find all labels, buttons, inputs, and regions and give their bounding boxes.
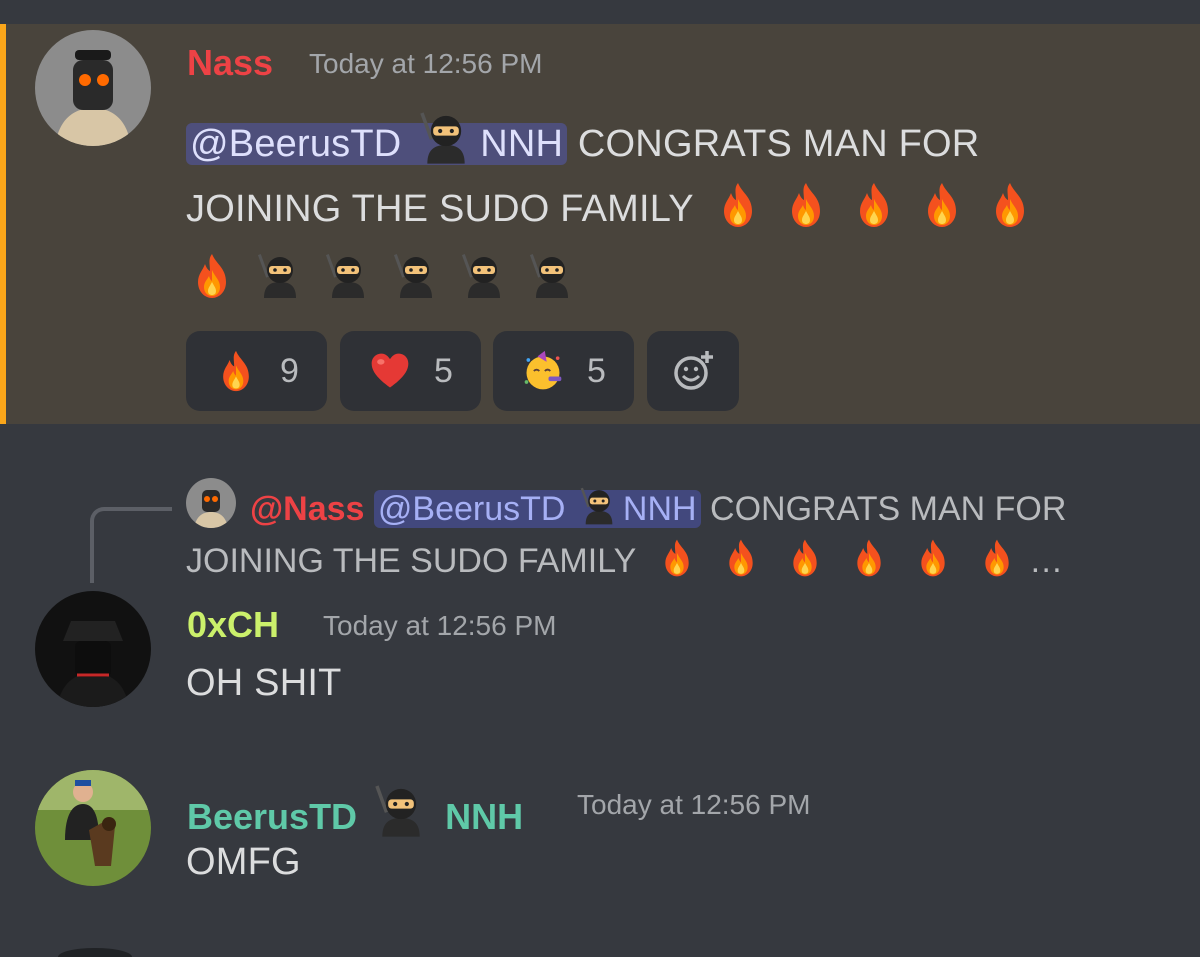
reply-author: @Nass xyxy=(250,490,365,528)
ninja-emoji-icon xyxy=(528,252,576,300)
partying-face-emoji-icon xyxy=(521,349,565,393)
reply-preview-line-1[interactable]: @Nass @BeerusTD NNH CONGRATS MAN FOR xyxy=(250,486,1066,529)
message-body-line-1: @BeerusTD NNH CONGRATS MAN FOR xyxy=(186,110,979,166)
message-body-line-3 xyxy=(178,252,586,302)
avatar-nass[interactable] xyxy=(35,30,151,146)
mention-highlight-bar xyxy=(0,24,6,424)
ninja-emoji-icon xyxy=(373,783,429,839)
fire-emoji-icon xyxy=(977,538,1017,578)
ninja-emoji-icon xyxy=(256,252,304,300)
message-author[interactable]: Nass xyxy=(187,42,273,84)
message-timestamp: Today at 12:56 PM xyxy=(577,789,811,820)
reaction-count: 5 xyxy=(587,351,606,390)
reply-ellipsis: … xyxy=(1029,542,1064,580)
fire-emoji-icon xyxy=(214,349,258,393)
message-text: OH SHIT xyxy=(186,662,342,704)
reaction-fire[interactable]: 9 xyxy=(186,331,327,411)
ninja-emoji-icon xyxy=(579,486,619,526)
ninja-emoji-icon xyxy=(324,252,372,300)
fire-emoji-icon xyxy=(849,538,889,578)
message-author[interactable]: 0xCH xyxy=(187,604,279,646)
reaction-partying-face[interactable]: 5 xyxy=(493,331,634,411)
message-text: JOINING THE SUDO FAMILY xyxy=(186,188,694,230)
reply-avatar-nass[interactable] xyxy=(186,478,236,528)
reaction-count: 5 xyxy=(434,351,453,390)
fire-emoji-icon xyxy=(714,181,762,229)
avatar-partial-next[interactable] xyxy=(58,948,132,957)
avatar-beerustd[interactable] xyxy=(35,770,151,886)
message-timestamp: Today at 12:56 PM xyxy=(309,48,543,79)
fire-emoji-icon xyxy=(850,181,898,229)
reaction-count: 9 xyxy=(280,351,299,390)
fire-emoji-icon xyxy=(785,538,825,578)
message-timestamp: Today at 12:56 PM xyxy=(323,610,557,641)
message-body-line-2: JOINING THE SUDO FAMILY xyxy=(186,181,1044,231)
fire-emoji-icon xyxy=(188,252,236,300)
fire-emoji-icon xyxy=(913,538,953,578)
reply-spine xyxy=(90,507,172,583)
fire-emoji-icon xyxy=(986,181,1034,229)
fire-emoji-icon xyxy=(657,538,697,578)
ninja-emoji-icon xyxy=(418,110,474,166)
message-text: CONGRATS MAN FOR xyxy=(577,123,980,165)
message-text: OMFG xyxy=(186,841,301,883)
mention-text: @BeerusTD xyxy=(377,490,566,528)
fire-emoji-icon xyxy=(782,181,830,229)
heart-emoji-icon xyxy=(368,349,412,393)
add-reaction-icon xyxy=(674,351,713,390)
ninja-emoji-icon xyxy=(460,252,508,300)
mention-suffix: NNH xyxy=(480,123,564,165)
reaction-heart[interactable]: 5 xyxy=(340,331,481,411)
add-reaction-button[interactable] xyxy=(647,331,739,411)
reply-text: CONGRATS MAN FOR xyxy=(710,490,1067,528)
reply-mention: @BeerusTD NNH xyxy=(373,490,701,528)
mention-suffix: NNH xyxy=(622,490,697,528)
ninja-emoji-icon xyxy=(392,252,440,300)
author-name: BeerusTD xyxy=(187,796,358,837)
fire-emoji-icon xyxy=(918,181,966,229)
avatar-0xch[interactable] xyxy=(35,591,151,707)
user-mention[interactable]: @BeerusTD NNH xyxy=(186,123,568,165)
reply-preview-line-2[interactable]: JOINING THE SUDO FAMILY … xyxy=(186,538,1063,581)
top-strip xyxy=(0,0,1200,24)
reply-text: JOINING THE SUDO FAMILY xyxy=(186,542,636,580)
mention-text: @BeerusTD xyxy=(190,123,402,165)
message-author-line[interactable]: BeerusTD NNH xyxy=(187,783,523,839)
fire-emoji-icon xyxy=(721,538,761,578)
author-suffix: NNH xyxy=(445,796,524,837)
